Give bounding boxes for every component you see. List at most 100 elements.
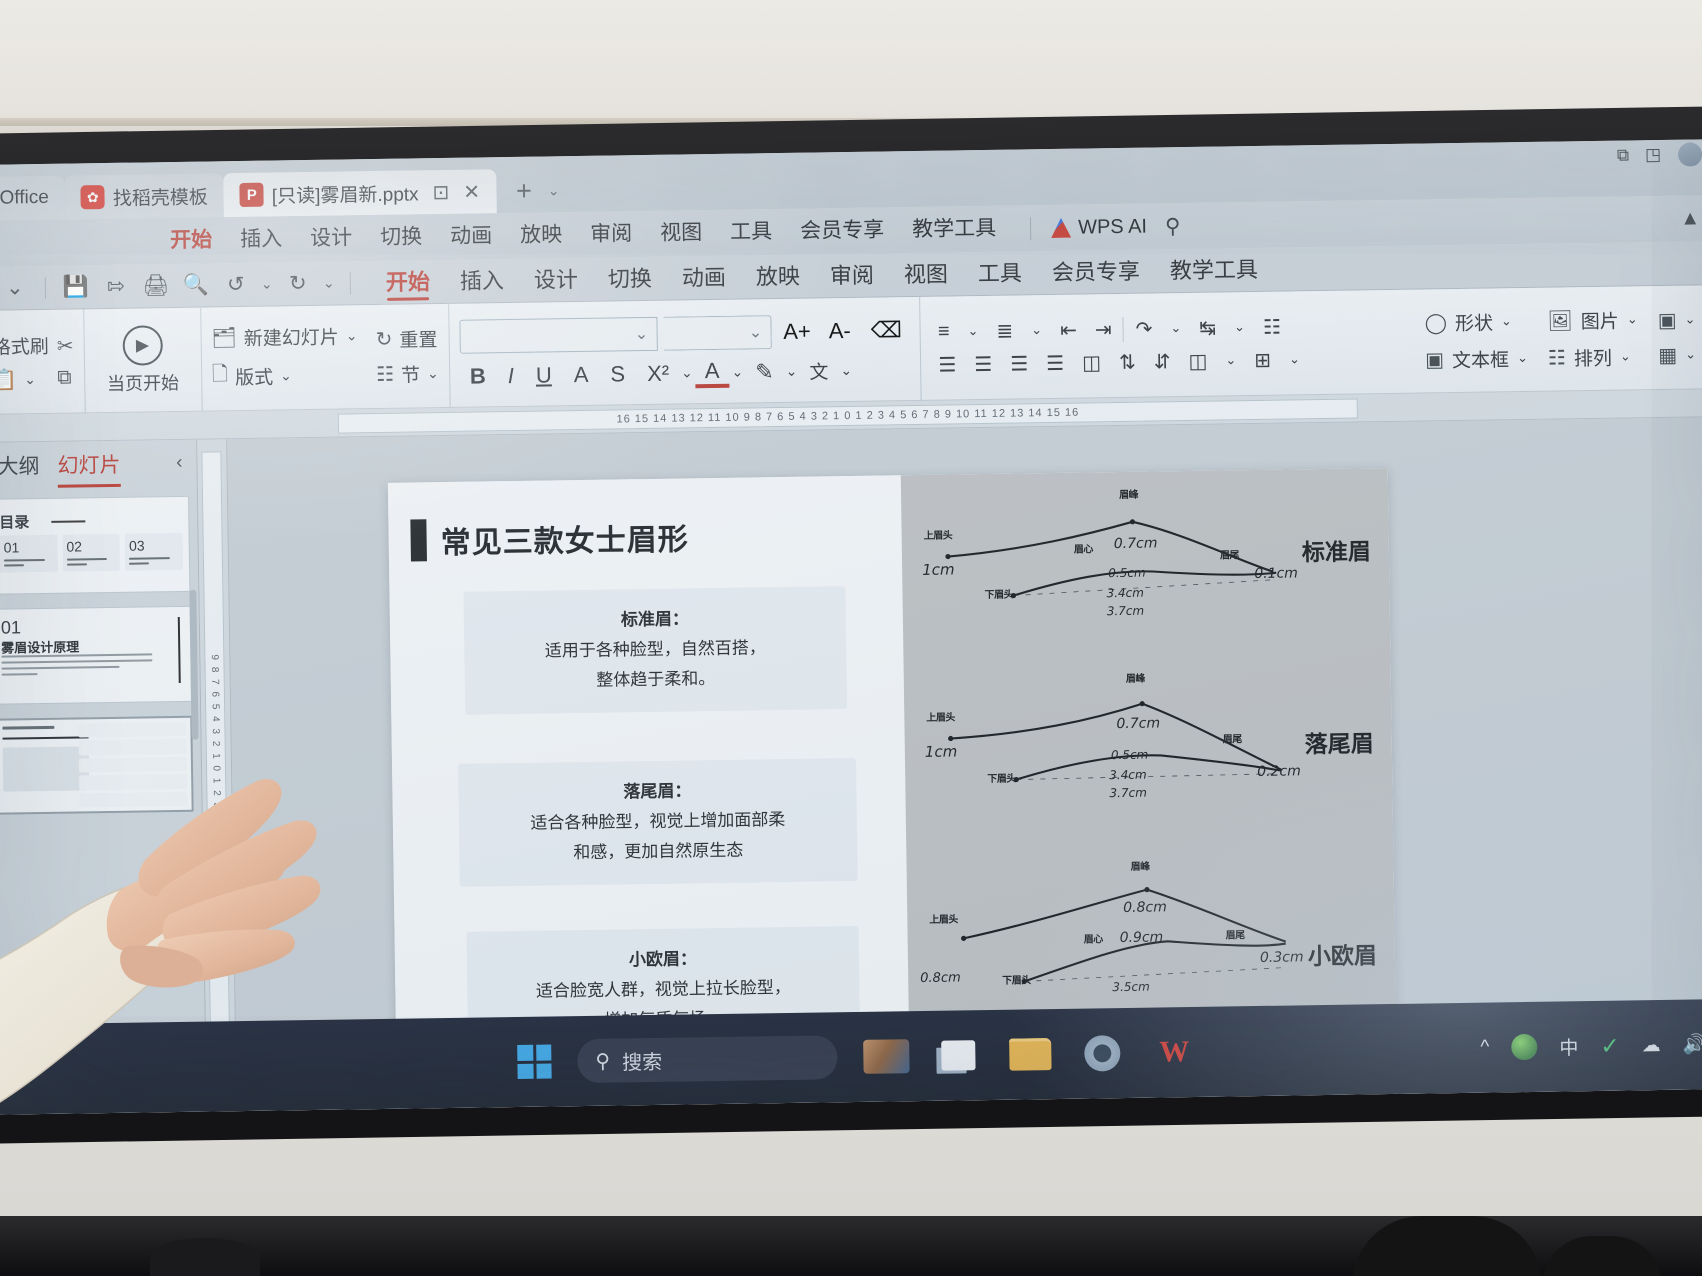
redo-icon[interactable]: ↻ — [278, 271, 318, 297]
ribbon-tab-animation[interactable]: 动画 — [667, 255, 742, 300]
ribbon-tab-transition[interactable]: 切换 — [593, 256, 668, 301]
slide-title-group[interactable]: 常见三款女士眉形 — [410, 514, 689, 562]
strikethrough-button[interactable]: S — [600, 361, 635, 388]
windows-start-icon[interactable] — [517, 1044, 552, 1079]
wifi-icon[interactable]: ☁ — [1641, 1034, 1660, 1057]
wps-office-icon[interactable]: W — [1151, 1030, 1198, 1075]
textbox-button[interactable]: ▣ 文本框 ⌄ — [1425, 344, 1528, 373]
print-preview-icon[interactable]: 🔍 — [176, 273, 216, 298]
align-right-icon[interactable]: ☰ — [1003, 351, 1035, 376]
ime-indicator[interactable]: 中 — [1559, 1033, 1578, 1060]
ribbon-tab-slideshow[interactable]: 放映 — [741, 254, 816, 299]
chevron-down-icon[interactable]: ⌄ — [840, 362, 852, 379]
underline-button[interactable]: U — [526, 362, 562, 389]
menu-item-teaching-tools[interactable]: 教学工具 — [898, 206, 1011, 254]
share-icon[interactable]: ⇰ — [96, 274, 136, 300]
slide-thumbnail-toc[interactable]: 目录 01 02 03 — [0, 495, 191, 595]
ribbon-tab-design[interactable]: 设计 — [519, 257, 594, 302]
wps-ai-button[interactable]: WPS AI — [1029, 215, 1148, 240]
close-icon[interactable]: ✕ — [463, 179, 480, 204]
paste-button[interactable]: 📋 ⌄ — [0, 366, 49, 392]
fill-button[interactable]: ▣ ⌄ — [1658, 307, 1696, 333]
layout-button[interactable]: 🗋 版式 ⌄ — [212, 357, 359, 393]
outdent-icon[interactable]: ⇤ — [1053, 317, 1084, 342]
font-name-input[interactable]: ⌄ — [459, 316, 658, 354]
menu-item-transition[interactable]: 切换 — [366, 214, 437, 261]
collapse-panel-icon[interactable]: ‹ — [176, 452, 183, 474]
chevron-down-icon[interactable]: ⌄ — [0, 275, 35, 301]
line-spacing-icon[interactable]: ⇅ — [1112, 349, 1143, 374]
decrease-font-size-button[interactable]: A- — [823, 317, 857, 344]
chevron-down-icon[interactable]: ⌄ — [1024, 322, 1049, 338]
tray-chevron-up-icon[interactable]: ^ — [1480, 1037, 1489, 1059]
italic-button[interactable]: I — [498, 362, 525, 388]
chevron-down-icon[interactable]: ⌄ — [1282, 351, 1307, 367]
reset-button[interactable]: ↻ 重置 — [375, 325, 438, 353]
volume-icon[interactable]: 🔊 — [1682, 1032, 1702, 1056]
copy-button[interactable]: ⧉ — [57, 366, 74, 389]
restore-icon[interactable]: ⧉ — [1617, 145, 1629, 165]
align-center-icon[interactable]: ☰ — [967, 351, 999, 376]
smartart-icon[interactable]: ☷ — [1256, 314, 1288, 339]
menu-item-slideshow[interactable]: 放映 — [506, 212, 577, 259]
menu-item-start[interactable]: 开始 — [156, 217, 227, 264]
section-button[interactable]: ☷ 节 ⌄ — [376, 360, 439, 388]
taskbar-search-input[interactable]: ⚲ 搜索 — [577, 1035, 838, 1084]
save-icon[interactable]: 💾 — [56, 275, 96, 300]
menubar-overflow[interactable]: ▲ — [1680, 195, 1700, 241]
sidebar-tab-outline[interactable]: 大纲 — [0, 450, 40, 481]
tab-presentation-document[interactable]: P [只读]雾眉新.pptx ⊡ ✕ — [223, 169, 497, 218]
paragraph-spacing-icon[interactable]: ⇵ — [1147, 349, 1178, 374]
cube-icon[interactable]: ◳ — [1645, 145, 1661, 165]
slide-thumbnail-section-01[interactable]: 01 雾眉设计原理 — [0, 605, 193, 705]
ribbon-tab-tools[interactable]: 工具 — [963, 251, 1038, 296]
menu-item-design[interactable]: 设计 — [296, 215, 367, 262]
tab-find-template[interactable]: ✿ 找稻壳模板 — [64, 173, 225, 220]
ribbon-tab-teaching[interactable]: 教学工具 — [1155, 247, 1274, 293]
format-painter-button[interactable]: 格式刷 — [0, 331, 49, 359]
photos-app-icon[interactable] — [863, 1034, 910, 1079]
increase-font-size-button[interactable]: A+ — [777, 318, 817, 345]
menu-item-animation[interactable]: 动画 — [436, 213, 507, 260]
globe-icon[interactable] — [1511, 1033, 1538, 1061]
cut-button[interactable]: ✂ — [57, 333, 74, 358]
character-border-button[interactable]: A — [564, 361, 599, 388]
current-slide[interactable]: 眉峰 上眉头 下眉头 眉心 0.7cm 0.5cm 3.4cm 3.7cm 1c… — [387, 468, 1397, 1053]
smart-align-icon[interactable]: ⊞ — [1247, 347, 1278, 372]
ribbon-tab-start[interactable]: 开始 — [371, 259, 446, 304]
search-icon[interactable]: ⚲ — [1165, 214, 1181, 239]
clear-format-icon[interactable]: ⌫ — [863, 317, 910, 344]
tab-office-home[interactable]: Office — [0, 175, 66, 221]
font-size-input[interactable]: ⌄ — [662, 314, 772, 351]
indent-icon[interactable]: ⇥ — [1088, 316, 1119, 341]
task-view-icon[interactable] — [935, 1033, 982, 1078]
wechat-icon[interactable]: ✓ — [1600, 1032, 1620, 1059]
menu-item-insert[interactable]: 插入 — [226, 216, 297, 263]
align-text-icon[interactable]: ↹ — [1192, 315, 1223, 340]
ribbon-tab-view[interactable]: 视图 — [889, 252, 964, 297]
cast-icon[interactable]: ⊡ — [432, 179, 449, 204]
bold-button[interactable]: B — [460, 363, 496, 390]
align-left-icon[interactable]: ☰ — [931, 352, 963, 377]
textbox-drooping-brow[interactable]: 落尾眉： 适合各种脸型，视觉上增加面部柔 和感，更加自然原生态 — [457, 757, 858, 888]
chevron-down-icon[interactable]: ⌄ — [960, 323, 985, 339]
arrange-button[interactable]: ☷ 排列 ⌄ — [1548, 343, 1639, 371]
menu-item-tools[interactable]: 工具 — [716, 209, 787, 256]
redo-caret-icon[interactable]: ⌄ — [318, 275, 340, 292]
shape-button[interactable]: ◯ 形状 ⌄ — [1424, 307, 1527, 336]
menu-item-view[interactable]: 视图 — [646, 210, 717, 257]
menu-item-review[interactable]: 审阅 — [576, 211, 647, 258]
file-explorer-icon[interactable] — [1007, 1032, 1054, 1077]
numbered-list-icon[interactable]: ≣ — [989, 318, 1020, 343]
textbox-standard-brow[interactable]: 标准眉： 适用于各种脸型，自然百搭， 整体趋于柔和。 — [463, 586, 848, 715]
distribute-icon[interactable]: ◫ — [1075, 350, 1108, 375]
new-slide-button[interactable]: 🗂 新建幻灯片 ⌄ — [211, 322, 358, 351]
ribbon-tab-review[interactable]: 审阅 — [815, 253, 890, 298]
text-direction-icon[interactable]: ↷ — [1122, 315, 1160, 342]
picture-button[interactable]: 🖼 图片 ⌄ — [1547, 306, 1638, 334]
settings-icon[interactable] — [1079, 1031, 1126, 1076]
align-justify-icon[interactable]: ☰ — [1039, 350, 1071, 375]
present-from-current-button[interactable]: ▶ 当页开始 — [94, 324, 191, 395]
chevron-down-icon[interactable]: ⌄ — [1163, 320, 1188, 336]
ribbon-tab-insert[interactable]: 插入 — [445, 258, 520, 303]
